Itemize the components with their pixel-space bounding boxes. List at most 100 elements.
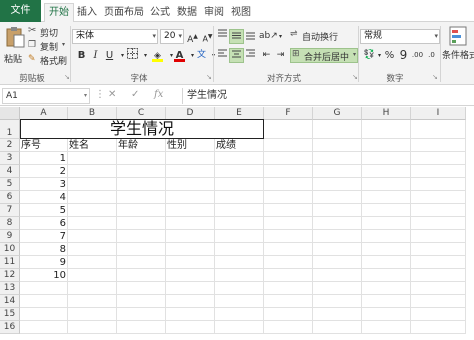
cell[interactable] <box>313 308 362 321</box>
cell[interactable] <box>166 178 215 191</box>
row-header-7[interactable]: 7 <box>0 204 20 217</box>
cell[interactable] <box>215 165 264 178</box>
cell[interactable] <box>313 230 362 243</box>
cell[interactable] <box>68 295 117 308</box>
cell[interactable] <box>68 269 117 282</box>
number-cell[interactable]: 3 <box>20 178 68 191</box>
tab-formulas[interactable]: 公式 <box>150 4 170 22</box>
cell[interactable] <box>166 230 215 243</box>
number-cell[interactable]: 10 <box>20 269 68 282</box>
cell[interactable] <box>264 178 313 191</box>
column-header-i[interactable]: I <box>411 107 466 120</box>
number-cell[interactable]: 8 <box>20 243 68 256</box>
cell[interactable] <box>362 308 411 321</box>
cell[interactable] <box>411 204 466 217</box>
cell[interactable] <box>313 243 362 256</box>
cell[interactable] <box>313 139 362 152</box>
number-cell[interactable]: 9 <box>20 256 68 269</box>
cell[interactable] <box>117 230 166 243</box>
cell[interactable] <box>215 308 264 321</box>
cell[interactable] <box>215 204 264 217</box>
cell[interactable] <box>411 165 466 178</box>
row-header-8[interactable]: 8 <box>0 217 20 230</box>
cell[interactable] <box>362 152 411 165</box>
number-cell[interactable]: 2 <box>20 165 68 178</box>
cell[interactable] <box>166 295 215 308</box>
cell[interactable] <box>166 308 215 321</box>
cell[interactable] <box>411 243 466 256</box>
cell[interactable] <box>117 191 166 204</box>
cell[interactable] <box>411 230 466 243</box>
row-header-1[interactable]: 1 <box>0 120 20 139</box>
cell[interactable] <box>166 243 215 256</box>
cell[interactable] <box>166 321 215 334</box>
font-name-select[interactable]: 宋体 ▾ <box>72 29 158 44</box>
percent-button[interactable]: % <box>382 48 397 63</box>
row-header-9[interactable]: 9 <box>0 230 20 243</box>
select-all-corner[interactable] <box>0 107 20 120</box>
align-right-icon[interactable] <box>243 48 258 63</box>
cell[interactable] <box>117 321 166 334</box>
tab-file[interactable]: 文件 <box>0 0 41 22</box>
chevron-down-icon[interactable]: ▾ <box>273 29 288 44</box>
copy-button[interactable]: ❐ 复制 ▾ <box>28 40 68 53</box>
merge-center-button[interactable]: ⊞ 合并后居中 ▾ <box>290 48 358 63</box>
decrease-decimal-icon[interactable]: .0 <box>424 48 439 63</box>
decrease-indent-icon[interactable]: ⇤ <box>259 48 274 63</box>
cell[interactable] <box>20 308 68 321</box>
number-cell[interactable]: 1 <box>20 152 68 165</box>
wrap-text-button[interactable]: ⇌ 自动换行 <box>290 29 358 44</box>
cell[interactable] <box>264 269 313 282</box>
cell[interactable] <box>313 204 362 217</box>
alignment-launcher-icon[interactable]: ↘ <box>352 73 358 81</box>
number-cell[interactable]: 4 <box>20 191 68 204</box>
cell[interactable] <box>411 217 466 230</box>
row-header-10[interactable]: 10 <box>0 243 20 256</box>
row-header-4[interactable]: 4 <box>0 165 20 178</box>
comma-style-button[interactable]: 9 <box>396 48 411 63</box>
cell[interactable] <box>68 243 117 256</box>
name-box[interactable]: A1 ▾ <box>2 88 90 104</box>
cell[interactable] <box>117 269 166 282</box>
cell[interactable] <box>362 295 411 308</box>
cell[interactable] <box>362 243 411 256</box>
cell[interactable] <box>215 282 264 295</box>
cell[interactable] <box>20 321 68 334</box>
cell[interactable] <box>362 139 411 152</box>
cell[interactable] <box>215 178 264 191</box>
fill-color-icon[interactable]: ◈ <box>150 48 165 63</box>
cell[interactable] <box>362 178 411 191</box>
tab-view[interactable]: 视图 <box>231 4 251 22</box>
row-header-3[interactable]: 3 <box>0 152 20 165</box>
cell[interactable] <box>313 256 362 269</box>
cell[interactable] <box>313 165 362 178</box>
cell[interactable] <box>215 269 264 282</box>
clipboard-launcher-icon[interactable]: ↘ <box>64 73 70 81</box>
cell[interactable] <box>215 191 264 204</box>
align-middle-icon[interactable] <box>229 29 244 44</box>
cell[interactable] <box>411 269 466 282</box>
cell[interactable] <box>166 165 215 178</box>
cell[interactable] <box>68 282 117 295</box>
cell[interactable] <box>215 256 264 269</box>
tab-page-layout[interactable]: 页面布局 <box>104 4 144 22</box>
cell[interactable] <box>166 217 215 230</box>
format-painter-button[interactable]: ✎ 格式刷 <box>28 54 70 67</box>
cell[interactable] <box>166 204 215 217</box>
merged-title-cell[interactable]: 学生情况 <box>20 119 264 139</box>
align-top-icon[interactable] <box>215 29 230 44</box>
header-cell[interactable]: 姓名 <box>68 139 117 152</box>
column-header-g[interactable]: G <box>313 107 362 120</box>
cell[interactable] <box>411 152 466 165</box>
number-cell[interactable]: 6 <box>20 217 68 230</box>
cell[interactable] <box>264 165 313 178</box>
cell[interactable] <box>68 152 117 165</box>
cell[interactable] <box>313 152 362 165</box>
column-header-h[interactable]: H <box>362 107 411 120</box>
cell[interactable] <box>362 269 411 282</box>
cell[interactable] <box>166 256 215 269</box>
column-header-f[interactable]: F <box>264 107 313 120</box>
cell[interactable] <box>313 191 362 204</box>
number-format-select[interactable]: 常规 ▾ <box>360 29 440 44</box>
cell[interactable] <box>264 139 313 152</box>
